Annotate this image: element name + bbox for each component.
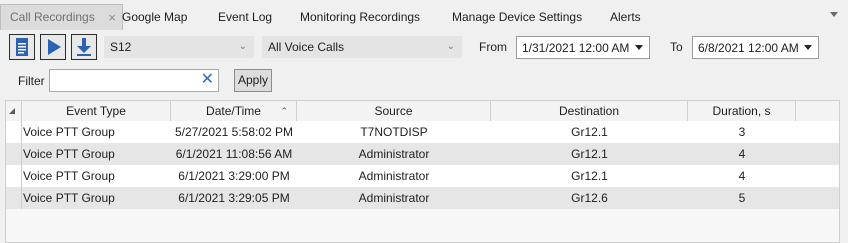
row-selector[interactable] [6,165,22,187]
cell-event-type: Voice PTT Group [23,147,115,161]
tab-bar: Call Recordings × Google Map Event Log M… [0,0,848,30]
dropdown-arrow-icon [635,45,643,50]
filter-label: Filter [18,74,45,88]
table-row[interactable]: Voice PTT Group 6/1/2021 11:08:56 AM Adm… [6,143,839,165]
column-header-duration[interactable]: Duration, s [688,101,796,121]
column-header-destination[interactable]: Destination [491,101,688,121]
cell-duration: 3 [738,125,746,139]
cell-duration: 4 [738,147,746,161]
cell-event-type: Voice PTT Group [23,125,115,139]
tab-manage-device-settings[interactable]: Manage Device Settings [452,9,582,25]
cell-destination: Gr12.1 [571,147,608,161]
call-type-select-value: All Voice Calls [268,40,345,54]
chevron-down-icon: ⌄ [238,41,247,52]
table-row[interactable]: Voice PTT Group 6/1/2021 3:29:00 PM Admi… [6,165,839,187]
row-selector[interactable] [6,187,22,209]
select-all-icon [9,108,15,114]
device-select[interactable]: S12 ⌄ [104,36,254,58]
chevron-down-icon[interactable] [830,12,838,17]
cell-destination: Gr12.1 [571,169,608,183]
filter-input[interactable]: ✕ [49,69,219,92]
to-date-value: 6/8/2021 12:00 AM [698,41,799,55]
to-date-picker[interactable]: 6/8/2021 12:00 AM [692,36,819,59]
from-label: From [479,40,507,54]
cell-destination: Gr12.1 [571,125,608,139]
cell-date-time: 6/1/2021 11:08:56 AM [175,147,293,161]
device-select-value: S12 [110,40,132,54]
play-button[interactable] [40,34,66,60]
from-date-value: 1/31/2021 12:00 AM [522,41,630,55]
cell-source: Administrator [358,191,430,205]
play-icon [48,39,61,55]
row-selector-header[interactable] [6,101,22,121]
cell-event-type: Voice PTT Group [23,191,115,205]
cell-source: Administrator [358,169,430,183]
tab-google-map[interactable]: Google Map [122,9,187,25]
close-icon[interactable]: × [108,5,116,30]
cell-date-time: 6/1/2021 3:29:00 PM [178,169,290,183]
to-label: To [670,40,683,54]
column-header-date-time[interactable]: Date/Time ⌃ [171,101,297,121]
dropdown-arrow-icon [804,45,812,50]
call-type-select[interactable]: All Voice Calls ⌄ [262,36,462,58]
tab-alerts[interactable]: Alerts [610,9,641,25]
tab-call-recordings[interactable]: Call Recordings × [0,4,123,30]
clear-icon[interactable]: ✕ [201,71,214,89]
apply-button[interactable]: Apply [234,69,272,92]
tab-event-log[interactable]: Event Log [218,9,272,25]
cell-date-time: 6/1/2021 3:29:05 PM [178,191,290,205]
chevron-down-icon: ⌄ [446,41,455,52]
recordings-table: Event Type Date/Time ⌃ Source Destinatio… [5,100,840,243]
cell-destination: Gr12.6 [571,191,608,205]
tab-monitoring-recordings[interactable]: Monitoring Recordings [300,9,420,25]
cell-duration: 5 [738,191,746,205]
table-row[interactable]: Voice PTT Group 5/27/2021 5:58:02 PM T7N… [6,121,839,143]
row-selector[interactable] [6,121,22,143]
cell-duration: 4 [738,169,746,183]
report-button[interactable] [9,34,35,60]
from-date-picker[interactable]: 1/31/2021 12:00 AM [516,36,650,59]
cell-date-time: 5/27/2021 5:58:02 PM [174,125,294,139]
cell-event-type: Voice PTT Group [23,169,115,183]
table-row[interactable]: Voice PTT Group 6/1/2021 3:29:05 PM Admi… [6,187,839,209]
cell-source: Administrator [358,147,430,161]
table-header: Event Type Date/Time ⌃ Source Destinatio… [6,101,839,122]
column-header-event-type[interactable]: Event Type [22,101,171,121]
download-button[interactable] [71,34,97,60]
download-icon [77,38,91,56]
sort-ascending-icon: ⌃ [280,106,288,116]
column-header-source[interactable]: Source [297,101,491,121]
row-selector[interactable] [6,143,22,165]
tab-label: Call Recordings [10,10,95,24]
document-icon [16,38,28,56]
column-header-label: Date/Time [206,104,261,118]
cell-source: T7NOTDISP [360,125,428,139]
